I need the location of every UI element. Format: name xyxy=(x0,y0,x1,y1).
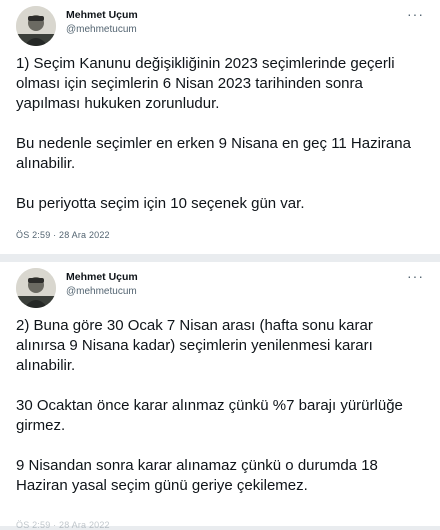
more-options-icon[interactable]: ··· xyxy=(407,6,424,22)
author-name[interactable]: Mehmet Uçum xyxy=(66,9,138,21)
avatar[interactable] xyxy=(16,6,56,46)
tweet-paragraph: Bu nedenle seçimler en erken 9 Nisana en… xyxy=(16,135,411,172)
tweet-paragraph: Bu periyotta seçim için 10 seçenek gün v… xyxy=(16,195,305,212)
avatar[interactable] xyxy=(16,268,56,308)
tweet-card: Mehmet Uçum @mehmetucum ··· 2) Buna göre… xyxy=(0,262,440,530)
tweet-paragraph: 1) Seçim Kanunu değişikliğinin 2023 seçi… xyxy=(16,55,395,112)
tweet-header: Mehmet Uçum @mehmetucum ··· xyxy=(16,0,424,52)
tweet-paragraph: 30 Ocaktan önce karar alınmaz çünkü %7 b… xyxy=(16,397,403,434)
more-options-icon[interactable]: ··· xyxy=(407,268,424,284)
profile-photo-icon xyxy=(16,268,56,308)
tweet-paragraph: 2) Buna göre 30 Ocak 7 Nisan arası (haft… xyxy=(16,317,373,374)
profile-photo-icon xyxy=(16,6,56,46)
author-handle[interactable]: @mehmetucum xyxy=(66,24,137,35)
tweet-text: 2) Buna göre 30 Ocak 7 Nisan arası (haft… xyxy=(16,316,424,496)
author-handle[interactable]: @mehmetucum xyxy=(66,286,137,297)
author-name[interactable]: Mehmet Uçum xyxy=(66,271,138,283)
tweet-timestamp[interactable]: ÖS 2:59 · 28 Ara 2022 xyxy=(16,520,110,530)
tweet-header: Mehmet Uçum @mehmetucum ··· xyxy=(16,262,424,314)
tweet-paragraph: 9 Nisandan sonra karar alınamaz çünkü o … xyxy=(16,457,378,494)
tweet-text: 1) Seçim Kanunu değişikliğinin 2023 seçi… xyxy=(16,54,424,214)
tweet-card: Mehmet Uçum @mehmetucum ··· 1) Seçim Kan… xyxy=(0,0,440,254)
tweet-timestamp[interactable]: ÖS 2:59 · 28 Ara 2022 xyxy=(16,230,110,240)
